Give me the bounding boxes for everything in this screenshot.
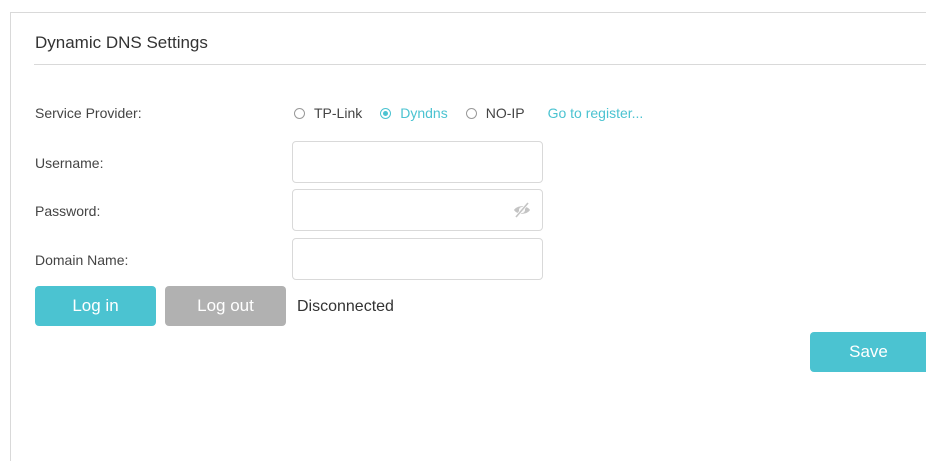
- radio-option-tp-link[interactable]: TP-Link: [294, 105, 362, 121]
- radio-option-dyndns[interactable]: Dyndns: [380, 105, 448, 121]
- eye-hidden-icon[interactable]: [512, 202, 532, 218]
- log-in-button[interactable]: Log in: [35, 286, 156, 326]
- service-provider-label: Service Provider:: [35, 105, 142, 121]
- username-input[interactable]: [292, 141, 543, 183]
- domain-name-label: Domain Name:: [35, 252, 129, 268]
- log-out-button[interactable]: Log out: [165, 286, 286, 326]
- save-button[interactable]: Save: [810, 332, 926, 372]
- service-provider-radio-group: TP-Link Dyndns NO-IP Go to register...: [294, 103, 643, 123]
- radio-dyndns[interactable]: [380, 107, 392, 119]
- connection-status: Disconnected: [297, 298, 394, 315]
- go-to-register-link[interactable]: Go to register...: [548, 105, 644, 121]
- radio-no-ip[interactable]: [465, 107, 477, 119]
- radio-option-no-ip[interactable]: NO-IP: [465, 105, 525, 121]
- password-label: Password:: [35, 203, 101, 219]
- radio-label-tp-link: TP-Link: [314, 105, 363, 121]
- radio-label-dyndns: Dyndns: [400, 105, 448, 121]
- radio-tp-link[interactable]: [294, 107, 305, 119]
- radio-label-no-ip: NO-IP: [485, 105, 525, 121]
- section-title: Dynamic DNS Settings: [35, 33, 208, 52]
- username-label: Username:: [35, 155, 104, 171]
- ddns-panel: Dynamic DNS Settings Service Provider: T…: [10, 12, 926, 461]
- title-divider: [34, 64, 926, 65]
- domain-name-input[interactable]: [292, 238, 543, 280]
- password-input[interactable]: [292, 189, 543, 231]
